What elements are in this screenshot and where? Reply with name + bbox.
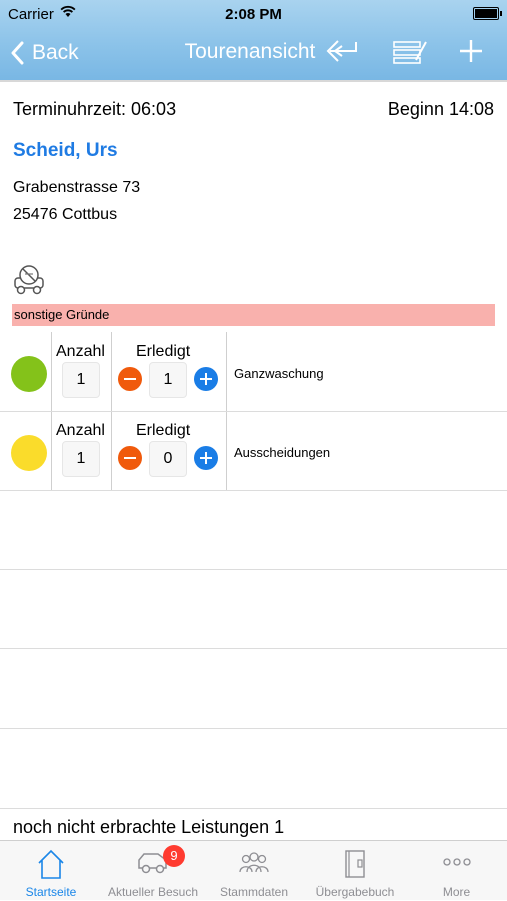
service-name: Ausscheidungen — [234, 445, 331, 460]
list-edit-icon[interactable] — [392, 38, 428, 71]
row-divider — [0, 569, 507, 570]
more-icon — [440, 848, 474, 881]
status-bar: Carrier 2:08 PM — [0, 0, 507, 28]
tab-startseite[interactable]: Startseite — [0, 841, 102, 901]
service-row: Anzahl 1 Erledigt 1 Ganzwaschung — [0, 332, 507, 412]
tab-aktueller-besuch[interactable]: 9 Aktueller Besuch — [102, 841, 204, 901]
return-arrow-icon[interactable] — [326, 38, 360, 69]
tab-label: Aktueller Besuch — [107, 885, 199, 899]
row-divider — [0, 648, 507, 649]
start-time: Beginn 14:08 — [387, 99, 494, 119]
people-icon — [237, 848, 271, 881]
back-button[interactable]: Back — [10, 38, 79, 68]
tab-bar: Startseite 9 Aktueller Besuch Stammdaten… — [0, 840, 507, 900]
visit-count-badge: 9 — [163, 845, 185, 867]
home-icon — [36, 848, 66, 885]
appointment-time: Terminuhrzeit: 06:03 — [13, 99, 177, 119]
service-name: Ganzwaschung — [234, 366, 324, 381]
status-dot — [11, 435, 47, 471]
erledigt-label: Erledigt — [136, 343, 191, 360]
tab-label: More — [442, 885, 471, 899]
column-divider — [111, 332, 112, 412]
row-divider — [0, 411, 507, 412]
tab-label: Startseite — [25, 885, 77, 899]
add-icon[interactable] — [458, 38, 484, 69]
chevron-left-icon — [11, 41, 24, 65]
row-divider — [0, 728, 507, 729]
increment-button[interactable] — [194, 446, 218, 470]
anzahl-label: Anzahl — [56, 422, 105, 439]
top-bar: Carrier 2:08 PM Back Tourenansicht — [0, 0, 507, 80]
row-divider — [0, 808, 507, 809]
tab-label: Übergabebuch — [315, 885, 395, 899]
service-row: Anzahl 1 Erledigt 0 Ausscheidungen — [0, 411, 507, 491]
anzahl-value: 1 — [62, 441, 100, 477]
erledigt-label: Erledigt — [136, 422, 191, 439]
address-city: 25476 Cottbus — [13, 206, 118, 223]
tab-stammdaten[interactable]: Stammdaten — [204, 841, 304, 901]
anzahl-value: 1 — [62, 362, 100, 398]
erledigt-value[interactable]: 1 — [149, 362, 187, 398]
row-divider — [0, 490, 507, 491]
increment-button[interactable] — [194, 367, 218, 391]
page-title: Tourenansicht — [184, 40, 316, 63]
pending-services-text: noch nicht erbrachte Leistungen 1 — [13, 817, 285, 837]
column-divider — [111, 411, 112, 491]
erledigt-value[interactable]: 0 — [149, 441, 187, 477]
nav-bar: Back Tourenansicht — [0, 28, 507, 80]
decrement-button[interactable] — [118, 446, 142, 470]
client-name[interactable]: Scheid, Urs — [13, 140, 118, 162]
divider — [0, 80, 507, 82]
status-dot — [11, 356, 47, 392]
status-time: 2:08 PM — [225, 6, 282, 23]
tab-uebergabebuch[interactable]: Übergabebuch — [304, 841, 406, 901]
column-divider — [51, 332, 52, 412]
tab-label: Stammdaten — [219, 885, 289, 899]
tab-more[interactable]: More — [406, 841, 507, 901]
column-divider — [226, 332, 227, 412]
no-car-icon — [12, 264, 46, 301]
column-divider — [226, 411, 227, 491]
book-icon — [341, 848, 369, 885]
battery-icon — [473, 7, 502, 20]
address-street: Grabenstrasse 73 — [13, 179, 141, 196]
decrement-button[interactable] — [118, 367, 142, 391]
anzahl-label: Anzahl — [56, 343, 105, 360]
back-label: Back — [32, 41, 79, 64]
column-divider — [51, 411, 52, 491]
reason-banner: sonstige Gründe — [12, 304, 495, 326]
